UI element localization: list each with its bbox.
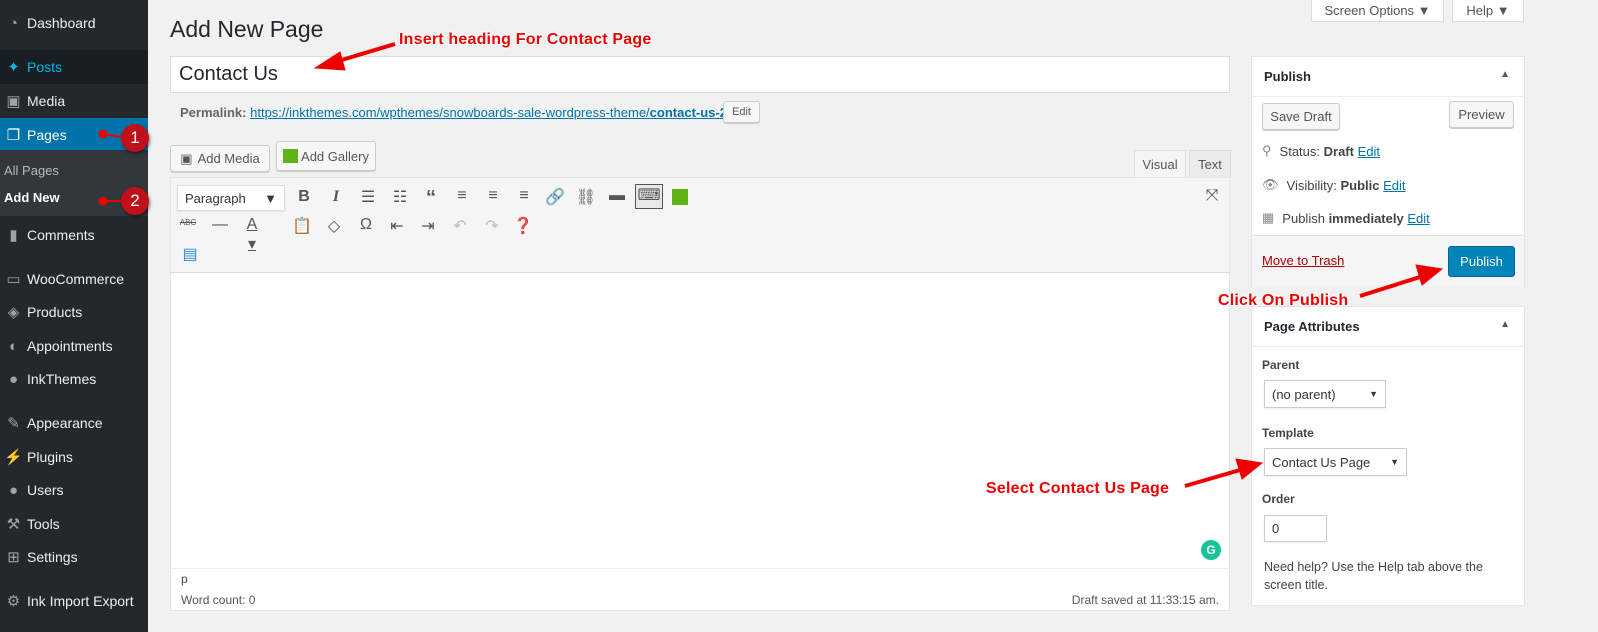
- annotation-template: Select Contact Us Page: [986, 480, 1170, 497]
- annotation-heading: Insert heading For Contact Page: [399, 31, 652, 48]
- annotation-arrows: [98, 42, 1444, 488]
- annotation-publish: Click On Publish: [1218, 292, 1349, 309]
